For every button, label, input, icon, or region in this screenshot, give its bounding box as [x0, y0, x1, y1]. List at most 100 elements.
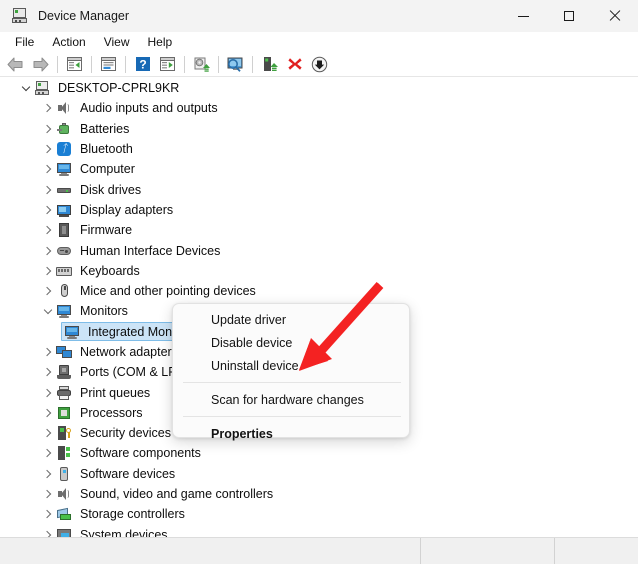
context-menu-item-update-driver[interactable]: Update driver — [173, 308, 409, 331]
status-bar — [0, 537, 638, 564]
chevron-right-icon[interactable] — [40, 119, 56, 139]
maximize-button[interactable] — [546, 0, 592, 32]
scan-for-hardware-changes-button[interactable] — [223, 53, 248, 76]
tree-item-keyboards[interactable]: Keyboards — [0, 261, 638, 281]
context-menu-item-scan-for-hardware-changes[interactable]: Scan for hardware changes — [173, 388, 409, 411]
disk-drive-icon — [56, 182, 72, 198]
chevron-right-icon[interactable] — [40, 525, 56, 537]
chevron-right-icon[interactable] — [40, 504, 56, 524]
show-hide-action-pane-button[interactable] — [155, 53, 180, 76]
chevron-right-icon[interactable] — [40, 443, 56, 463]
tree-item-batteries[interactable]: Batteries — [0, 119, 638, 139]
svg-text:?: ? — [139, 58, 146, 72]
tree-item-human-interface-devices[interactable]: Human Interface Devices — [0, 240, 638, 260]
tree-item-storage-controllers[interactable]: Storage controllers — [0, 504, 638, 524]
computer-icon — [34, 80, 50, 96]
chevron-right-icon[interactable] — [40, 180, 56, 200]
back-arrow-icon — [6, 56, 25, 73]
tree-item-label: System devices — [78, 526, 170, 537]
minimize-icon — [518, 16, 529, 17]
disable-device-button[interactable] — [282, 53, 307, 76]
uninstall-device-button[interactable] — [257, 53, 282, 76]
chevron-right-icon[interactable] — [40, 98, 56, 118]
tree-item-audio-inputs-and-outputs[interactable]: Audio inputs and outputs — [0, 98, 638, 118]
enable-device-button[interactable] — [307, 53, 332, 76]
update-driver-icon — [193, 56, 211, 73]
chevron-right-icon[interactable] — [40, 281, 56, 301]
toolbar-separator — [252, 56, 253, 73]
tree-item-label: Sound, video and game controllers — [78, 485, 275, 503]
back-button[interactable] — [3, 53, 28, 76]
tree-item-label: Software components — [78, 444, 203, 462]
menu-bar: File Action View Help — [0, 32, 638, 52]
title-bar: Device Manager — [0, 0, 638, 32]
minimize-button[interactable] — [500, 0, 546, 32]
tree-item-firmware[interactable]: Firmware — [0, 220, 638, 240]
chevron-right-icon[interactable] — [40, 342, 56, 362]
mouse-icon — [56, 283, 72, 299]
chevron-right-icon[interactable] — [40, 241, 56, 261]
tree-item-computer[interactable]: Computer — [0, 159, 638, 179]
chevron-right-icon[interactable] — [40, 383, 56, 403]
keyboard-icon — [56, 263, 72, 279]
software-device-icon — [56, 466, 72, 482]
properties-button[interactable] — [96, 53, 121, 76]
close-button[interactable] — [592, 0, 638, 32]
context-menu-item-uninstall-device[interactable]: Uninstall device — [173, 354, 409, 377]
menu-view[interactable]: View — [95, 33, 139, 51]
chevron-down-icon[interactable] — [40, 301, 56, 321]
tree-item-root[interactable]: DESKTOP-CPRL9KR — [0, 78, 638, 98]
chevron-right-icon[interactable] — [40, 484, 56, 504]
chevron-right-icon[interactable] — [40, 464, 56, 484]
tree-item-label: Storage controllers — [78, 505, 187, 523]
tree-item-sound-video-and-game-controllers[interactable]: Sound, video and game controllers — [0, 484, 638, 504]
processor-icon — [56, 405, 72, 421]
chevron-right-icon[interactable] — [40, 423, 56, 443]
chevron-right-icon[interactable] — [40, 139, 56, 159]
context-menu-item-disable-device[interactable]: Disable device — [173, 331, 409, 354]
forward-arrow-icon — [31, 56, 50, 73]
storage-controller-icon — [56, 506, 72, 522]
context-menu-separator — [183, 416, 401, 417]
monitor-icon — [56, 161, 72, 177]
tree-item-disk-drives[interactable]: Disk drives — [0, 179, 638, 199]
chevron-right-icon[interactable] — [40, 261, 56, 281]
tree-item-system-devices[interactable]: System devices — [0, 525, 638, 537]
update-driver-button[interactable] — [189, 53, 214, 76]
context-menu[interactable]: Update driver Disable device Uninstall d… — [172, 303, 410, 438]
tree-item-label: Security devices — [78, 424, 173, 442]
tree-item-label: Monitors — [78, 302, 130, 320]
chevron-right-icon[interactable] — [40, 362, 56, 382]
tree-item-mice-and-other-pointing-devices[interactable]: Mice and other pointing devices — [0, 281, 638, 301]
menu-action[interactable]: Action — [43, 33, 94, 51]
context-menu-item-properties[interactable]: Properties — [173, 422, 409, 445]
monitor-icon — [56, 303, 72, 319]
uninstall-device-icon — [261, 56, 278, 73]
show-hide-console-tree-button[interactable] — [62, 53, 87, 76]
menu-file[interactable]: File — [6, 33, 43, 51]
chevron-down-icon[interactable] — [18, 78, 34, 98]
tree-item-display-adapters[interactable]: Display adapters — [0, 200, 638, 220]
help-button[interactable]: ? — [130, 53, 155, 76]
speaker-icon — [56, 486, 72, 502]
chevron-right-icon[interactable] — [40, 403, 56, 423]
menu-help[interactable]: Help — [139, 33, 182, 51]
chevron-right-icon[interactable] — [40, 159, 56, 179]
chevron-right-icon[interactable] — [40, 200, 56, 220]
properties-window-icon — [100, 56, 117, 72]
bluetooth-icon: ᛏ — [56, 141, 72, 157]
tree-item-bluetooth[interactable]: ᛏ Bluetooth — [0, 139, 638, 159]
network-adapter-icon — [56, 344, 72, 360]
tree-item-software-components[interactable]: Software components — [0, 443, 638, 463]
scan-hardware-icon — [226, 56, 245, 73]
toolbar-separator — [57, 56, 58, 73]
forward-button[interactable] — [28, 53, 53, 76]
chevron-right-icon[interactable] — [40, 220, 56, 240]
tree-item-label: DESKTOP-CPRL9KR — [56, 79, 181, 97]
tree-item-label: Mice and other pointing devices — [78, 282, 258, 300]
status-pane-main — [0, 538, 421, 564]
tree-item-software-devices[interactable]: Software devices — [0, 464, 638, 484]
caption-buttons — [500, 0, 638, 32]
monitor-icon — [64, 324, 80, 340]
software-component-icon — [56, 445, 72, 461]
